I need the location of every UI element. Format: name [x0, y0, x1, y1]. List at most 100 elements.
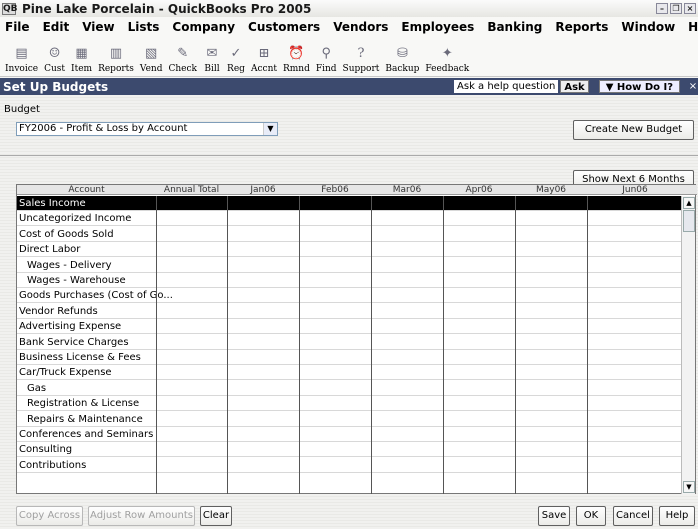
toolbar-backup-button[interactable]: ⛁ Backup	[382, 44, 422, 76]
toolbar-vend-button[interactable]: ▧ Vend	[137, 44, 166, 76]
budget-grid: Account Annual Total Jan06 Feb06 Mar06 Apr06 M…	[16, 184, 697, 494]
find-icon: ⚲	[321, 45, 331, 61]
create-new-budget-button[interactable]: Create New Budget	[573, 120, 694, 140]
copy-across-button[interactable]: Copy Across	[16, 506, 83, 526]
scroll-thumb[interactable]	[683, 210, 695, 232]
clear-button[interactable]: Clear	[200, 506, 232, 526]
menu-vendors[interactable]: Vendors	[328, 20, 396, 34]
account-name: Consulting	[19, 444, 73, 456]
invoice-icon: ▤	[15, 45, 28, 61]
minimize-icon[interactable]: –	[656, 3, 668, 14]
toolbar-reg-button[interactable]: ✓ Reg	[224, 44, 248, 76]
menu-window[interactable]: Window	[616, 20, 683, 34]
toolbar-reports-button[interactable]: ▥ Reports	[95, 44, 137, 76]
toolbar-accnt-button[interactable]: ⊞ Accnt	[248, 44, 280, 76]
adjust-row-amounts-button[interactable]: Adjust Row Amounts	[88, 506, 195, 526]
toolbar-rmnd-button[interactable]: ⏰ Rmnd	[280, 44, 313, 76]
toolbar-label: Check	[168, 64, 197, 74]
table-row[interactable]: Wages - Delivery	[17, 258, 683, 273]
account-name: Contributions	[19, 459, 87, 471]
toolbar-label: Rmnd	[282, 64, 310, 74]
toolbar-label: Feedback	[425, 64, 470, 74]
account-name: Cost of Goods Sold	[19, 228, 114, 240]
close-icon[interactable]: ×	[684, 3, 696, 14]
column-header-mar06: Mar06	[392, 185, 422, 195]
help-button[interactable]: Help	[659, 506, 695, 526]
account-name: Wages - Warehouse	[27, 275, 126, 286]
account-name: Advertising Expense	[19, 321, 122, 333]
table-row[interactable]: Vendor Refunds	[17, 304, 683, 319]
menu-company[interactable]: Company	[167, 20, 243, 34]
column-divider	[299, 196, 300, 494]
toolbar-item-button[interactable]: ▦ Item	[68, 44, 95, 76]
table-row[interactable]: Goods Purchases (Cost of Go...	[17, 288, 683, 304]
toolbar-invoice-button[interactable]: ▤ Invoice	[2, 44, 41, 76]
support-icon: ?	[357, 45, 365, 61]
menu-view[interactable]: View	[77, 20, 122, 34]
scroll-up-icon[interactable]: ▲	[683, 197, 695, 209]
grid-header: Account Annual Total Jan06 Feb06 Mar06 Apr06 M…	[17, 185, 697, 195]
backup-icon: ⛁	[396, 45, 408, 61]
toolbar-label: Accnt	[250, 64, 277, 74]
table-row[interactable]: Gas	[17, 381, 683, 396]
customer-icon: ☺	[48, 45, 61, 61]
how-do-i-button[interactable]: ▼ How Do I?	[598, 80, 680, 93]
menu-customers[interactable]: Customers	[243, 20, 328, 34]
account-name: Gas	[27, 382, 47, 394]
help-question-input[interactable]: Ask a help question	[454, 80, 559, 93]
ask-button[interactable]: Ask	[560, 80, 589, 93]
account-name: Uncategorized Income	[19, 213, 132, 225]
column-header-annual-total: Annual Total	[163, 185, 220, 195]
ok-button[interactable]: OK	[576, 506, 606, 526]
toolbar-label: Item	[71, 64, 93, 74]
title-bar: QB Pine Lake Porcelain - QuickBooks Pro …	[0, 0, 698, 17]
table-row[interactable]: Registration & License	[17, 396, 683, 412]
menu-edit[interactable]: Edit	[38, 20, 78, 34]
menu-reports[interactable]: Reports	[550, 20, 616, 34]
column-header-may06: May06	[535, 185, 567, 195]
account-icon: ⊞	[258, 45, 270, 61]
toolbar-check-button[interactable]: ✎ Check	[165, 44, 200, 76]
app-icon: QB	[2, 2, 18, 15]
menu-help[interactable]: Help	[683, 20, 698, 34]
check-icon: ✎	[177, 45, 189, 61]
table-row[interactable]: Repairs & Maintenance	[17, 412, 683, 427]
save-button[interactable]: Save	[538, 506, 570, 526]
account-name: Business License & Fees	[19, 352, 141, 363]
table-row[interactable]: Cost of Goods Sold	[17, 227, 683, 242]
table-row[interactable]: Conferences and Seminars	[17, 427, 683, 442]
table-row[interactable]: Bank Service Charges	[17, 335, 683, 350]
vertical-scrollbar[interactable]: ▲ ▼	[681, 196, 695, 494]
toolbar-bill-button[interactable]: ✉ Bill	[200, 44, 224, 76]
table-row[interactable]: Contributions	[17, 458, 683, 473]
table-row[interactable]: Car/Truck Expense	[17, 365, 683, 381]
cancel-button[interactable]: Cancel	[613, 506, 653, 526]
menu-file[interactable]: File	[0, 20, 38, 34]
column-divider	[156, 196, 157, 494]
scroll-down-icon[interactable]: ▼	[683, 481, 695, 493]
table-row[interactable]: Sales Income	[17, 196, 683, 211]
table-row[interactable]: Advertising Expense	[17, 319, 683, 335]
vendor-icon: ▧	[145, 45, 158, 61]
panel-close-icon[interactable]: ×	[688, 81, 698, 92]
account-name: Car/Truck Expense	[19, 367, 112, 379]
table-row[interactable]: Consulting	[17, 442, 683, 458]
menu-banking[interactable]: Banking	[482, 20, 550, 34]
restore-icon[interactable]: ❐	[670, 3, 682, 14]
toolbar-find-button[interactable]: ⚲ Find	[313, 44, 340, 76]
toolbar-label: Backup	[385, 64, 420, 74]
reminder-icon: ⏰	[288, 45, 305, 61]
table-row[interactable]: Business License & Fees	[17, 350, 683, 365]
menu-lists[interactable]: Lists	[123, 20, 168, 34]
account-name: Registration & License	[27, 398, 140, 410]
table-row[interactable]: Direct Labor	[17, 242, 683, 258]
menu-employees[interactable]: Employees	[396, 20, 482, 34]
chevron-down-icon[interactable]: ▼	[263, 123, 277, 135]
toolbar-feedback-button[interactable]: ✦ Feedback	[422, 44, 472, 76]
budget-select[interactable]: FY2006 - Profit & Loss by Account ▼	[16, 122, 278, 136]
table-row[interactable]: Wages - Warehouse	[17, 273, 683, 288]
menu-bar: File Edit View Lists Company Customers Vendors…	[0, 17, 698, 37]
table-row[interactable]: Uncategorized Income	[17, 211, 683, 227]
toolbar-cust-button[interactable]: ☺ Cust	[41, 44, 68, 76]
toolbar-support-button[interactable]: ? Support	[340, 44, 383, 76]
